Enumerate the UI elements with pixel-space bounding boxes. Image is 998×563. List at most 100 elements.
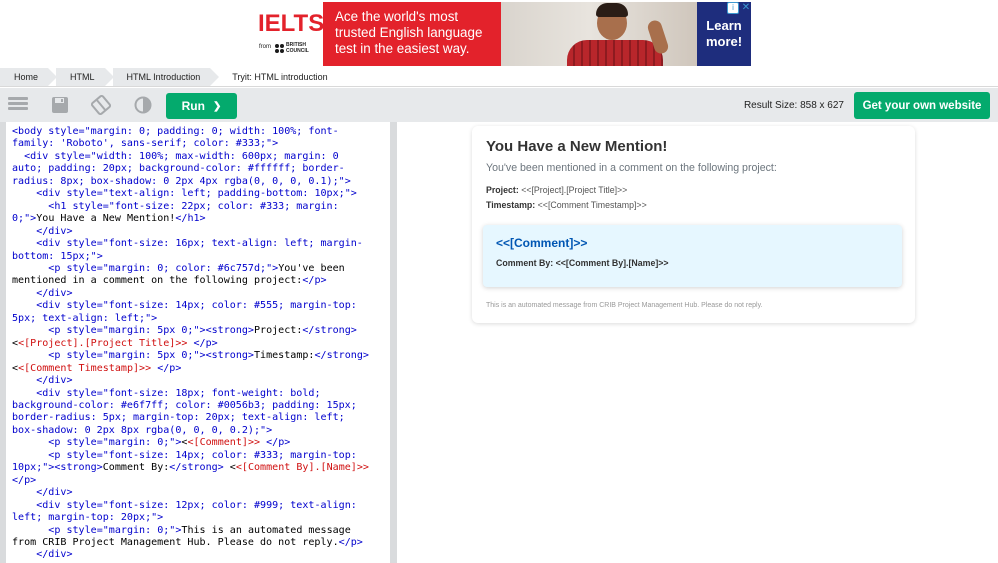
code-token: style= [66,524,103,536]
code-token: style= [66,188,103,200]
code-token: 10px;" [12,462,49,474]
toolbar: Run ❯ Result Size: 858 x 627 Get your ow… [0,88,998,122]
code-token: ><strong> [199,350,254,362]
code-line: <p style="margin: 5px 0;"><strong>Projec… [12,325,390,337]
code-token: style= [72,200,109,212]
comment-by-label: Comment By: [496,258,554,268]
code-token: <div [36,387,67,399]
code-text[interactable]: <body style="margin: 0; padding: 0; widt… [6,122,390,562]
code-token: style= [66,262,103,274]
result-frame[interactable]: You Have a New Mention! You've been ment… [397,122,998,563]
code-token: <p [48,350,67,362]
code-token: <[Comment]>> [187,437,261,449]
code-token: <p [48,524,67,536]
code-token: You've been [278,262,345,274]
code-token: <body [12,126,49,137]
code-token: </div> [36,487,73,499]
rotate-layout-icon[interactable] [90,94,112,116]
code-token: > [157,512,164,524]
code-token: "margin: 0;" [102,437,176,449]
breadcrumb-html[interactable]: HTML [56,68,113,86]
ad-banner[interactable]: IELTS from BRITISH COUNCIL Ace the world… [251,2,751,66]
code-token: "margin: 5px 0;" [102,350,200,362]
breadcrumb-home[interactable]: Home [0,68,58,86]
code-token: <p [48,437,67,449]
code-line: <div style="font-size: 12px; color: #999… [12,500,390,512]
code-token: Comment By: [102,462,170,474]
code-token: border-radius: 5px; margin-top: 20px; te… [12,412,345,424]
contrast-icon[interactable] [133,95,153,115]
get-your-own-website-button[interactable]: Get your own website [854,92,990,119]
code-line: 10px;"><strong>Comment By:</strong> <<[C… [12,462,390,474]
code-line: from CRIB Project Management Hub. Please… [12,537,390,549]
code-token: <[Comment Timestamp]>> [18,362,152,374]
save-icon[interactable] [50,95,70,115]
code-token: style= [66,387,103,399]
british-council-dots-icon [275,43,284,53]
code-line: </p> [12,475,390,487]
ad-photo[interactable] [501,2,697,66]
code-token: style= [66,325,103,337]
code-token: You Have a New Mention! [36,213,176,225]
automated-footer: This is an automated message from CRIB P… [486,302,763,309]
code-token: style= [48,126,85,137]
comment-text: <<[Comment]>> [496,236,588,250]
code-line: mentioned in a comment on the following … [12,275,390,287]
code-token: "text-align: left; padding-bottom: 10px;… [102,188,351,200]
code-token: style= [66,437,103,449]
breadcrumb-html-introduction[interactable]: HTML Introduction [112,68,219,86]
code-token: <[Comment By].[Name]>> [235,462,369,474]
comment-by-value: <<[Comment By].[Name]>> [555,258,669,268]
adchoices-icon[interactable]: i [727,2,739,14]
code-token: style= [66,499,103,511]
code-token: 0;" [12,213,31,225]
code-token: style= [66,350,103,362]
mention-title: You Have a New Mention! [486,138,668,155]
code-editor[interactable]: <body style="margin: 0; padding: 0; widt… [6,122,390,563]
british-council-logo: BRITISH COUNCIL [275,42,309,54]
project-value: <<[Project].[Project Title]>> [521,185,628,195]
breadcrumb: Home HTML HTML Introduction Tryit: HTML … [0,68,998,87]
code-line: box-shadow: 0 2px 8px rgba(0, 0, 0, 0.2)… [12,425,390,437]
code-line: left; margin-top: 20px;"> [12,512,390,524]
code-token: </p> [338,536,363,548]
ad-close-icon[interactable]: ✕ [741,2,751,14]
code-line: auto; padding: 20px; background-color: #… [12,163,390,175]
code-line: <div style="font-size: 14px; color: #555… [12,300,390,312]
ad-cta-line-2: more! [705,34,743,49]
code-token: </div> [36,287,73,299]
code-line: bottom: 15px;"> [12,251,390,263]
ad-headline-panel[interactable]: Ace the world's most trusted English lan… [323,2,501,66]
code-line: </div> [12,549,390,561]
code-token: > [344,175,351,187]
code-token: "margin: 0; color: #6c757d;" [102,262,273,274]
code-line: <p style="font-size: 14px; color: #333; … [12,450,390,462]
code-token: </p> [302,275,327,287]
code-token: </p> [193,337,218,349]
code-line: </div> [12,288,390,300]
code-line: <body style="margin: 0; padding: 0; widt… [12,126,390,138]
code-token: auto; padding: 20px; background-color: #… [12,163,345,175]
timestamp-label: Timestamp: [486,200,536,210]
code-token: "margin: 0; padding: 0; width: 100%; fon… [84,126,339,137]
code-token: </strong> [169,462,224,474]
run-button[interactable]: Run ❯ [166,93,237,119]
breadcrumb-current: Tryit: HTML introduction [232,72,328,82]
code-token: "font-size: 16px; text-align: left; marg… [102,238,363,250]
menu-icon[interactable] [8,95,28,115]
code-token: <p [48,449,67,461]
code-token: </h1> [175,213,206,225]
